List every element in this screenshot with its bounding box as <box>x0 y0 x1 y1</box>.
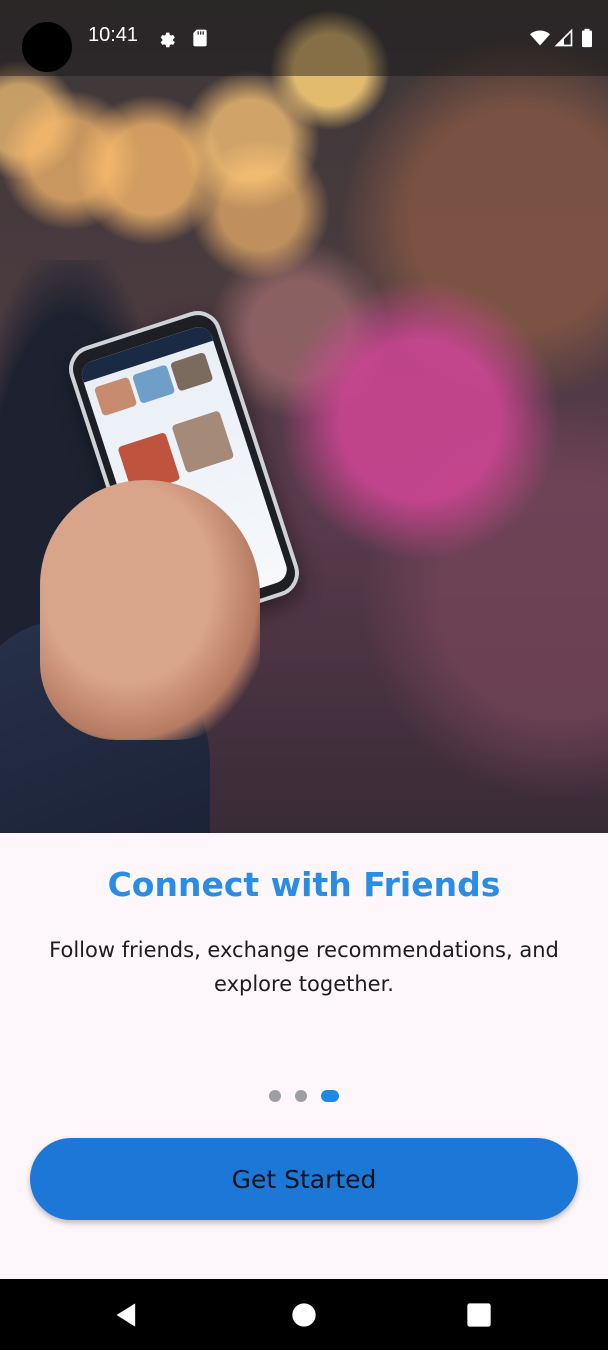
hero-image <box>0 0 608 833</box>
page-dot-3-active[interactable] <box>321 1090 339 1102</box>
onboarding-description: Follow friends, exchange recommendations… <box>49 938 559 996</box>
status-bar: 10:41 <box>0 0 608 76</box>
hero-phone-photo <box>93 376 138 417</box>
hero-phone-photo <box>131 364 176 404</box>
home-icon[interactable] <box>290 1301 318 1329</box>
wifi-icon <box>530 30 550 46</box>
recents-icon[interactable] <box>465 1301 493 1329</box>
hero-phone-photo <box>169 351 214 392</box>
page-dot-2[interactable] <box>295 1090 307 1102</box>
onboarding-panel: Connect with Friends Follow friends, exc… <box>0 833 608 1279</box>
get-started-button[interactable]: Get Started <box>30 1138 578 1220</box>
cellular-icon <box>554 28 573 47</box>
hero-hand <box>40 480 260 740</box>
camera-cutout <box>22 22 72 72</box>
status-time: 10:41 <box>88 24 139 46</box>
hero-phone-photo <box>171 410 235 474</box>
settings-icon <box>160 32 175 48</box>
system-nav-bar <box>0 1279 608 1350</box>
onboarding-title: Connect with Friends <box>107 865 501 904</box>
page-indicator <box>0 1089 608 1103</box>
sd-card-icon <box>193 29 207 47</box>
back-icon[interactable] <box>113 1301 141 1329</box>
battery-icon <box>582 28 592 48</box>
page-dot-1[interactable] <box>269 1090 281 1102</box>
